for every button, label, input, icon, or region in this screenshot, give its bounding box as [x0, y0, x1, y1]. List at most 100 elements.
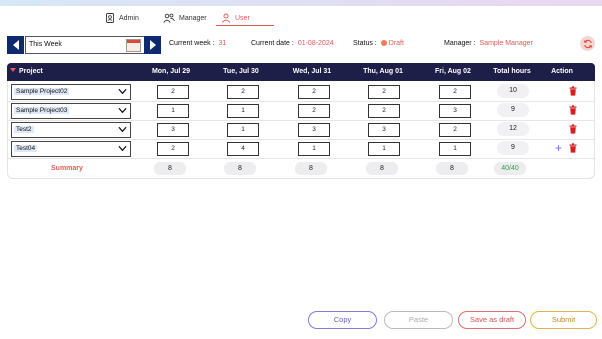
current-date-info: Current date :01-08-2024 — [251, 40, 334, 47]
active-tab-underline — [216, 25, 274, 26]
table-row: Test2 3 1 3 3 2 12 — [8, 120, 594, 139]
project-select[interactable]: Sample Project02 — [11, 84, 131, 100]
current-date-label: Current date : — [251, 40, 294, 47]
table-row: Sample Project02 2 2 2 2 2 10 — [8, 82, 594, 101]
hours-input-tue[interactable]: 2 — [227, 85, 259, 99]
row-total: 9 — [497, 141, 529, 155]
hours-input-wed[interactable]: 2 — [298, 85, 330, 99]
summary-label: Summary — [51, 165, 83, 172]
hours-input-mon[interactable]: 3 — [157, 123, 189, 137]
current-week-value: 31 — [218, 40, 227, 47]
top-gradient-bar — [0, 0, 602, 6]
nav-item-label: Admin — [119, 14, 139, 22]
user-icon — [221, 13, 231, 23]
hours-input-fri[interactable]: 1 — [439, 142, 471, 156]
hours-input-tue[interactable]: 1 — [227, 104, 259, 118]
hours-input-fri[interactable]: 3 — [439, 104, 471, 118]
hours-input-thu[interactable]: 3 — [368, 123, 400, 137]
week-value: This Week — [29, 41, 62, 48]
row-total: 10 — [497, 84, 529, 98]
project-select[interactable]: Test2 — [11, 122, 131, 138]
people-icon — [163, 13, 175, 23]
table-row: Sample Project03 1 1 2 2 3 9 — [8, 101, 594, 120]
column-header-fri: Fri, Aug 02 — [435, 68, 471, 75]
arrow-right-icon — [149, 40, 156, 50]
table-row: Test04 2 4 1 1 1 9 + — [8, 139, 594, 158]
chevron-down-icon — [118, 145, 127, 152]
trash-icon[interactable] — [569, 86, 577, 96]
copy-button[interactable]: Copy — [308, 311, 377, 329]
hours-input-thu[interactable]: 1 — [368, 142, 400, 156]
column-header-action: Action — [551, 68, 573, 75]
project-name: Test04 — [14, 145, 38, 152]
current-week-info: Current week :31 — [169, 40, 226, 47]
column-header-mon: Mon, Jul 29 — [151, 68, 191, 75]
hours-input-fri[interactable]: 2 — [439, 123, 471, 137]
id-card-icon — [106, 13, 114, 23]
paste-button[interactable]: Paste — [384, 311, 453, 329]
prev-week-button[interactable] — [7, 36, 24, 54]
project-name: Sample Project03 — [14, 107, 70, 114]
hours-input-mon[interactable]: 1 — [157, 104, 189, 118]
calendar-icon[interactable] — [126, 39, 141, 52]
submit-button[interactable]: Submit — [530, 311, 597, 329]
hours-input-wed[interactable]: 2 — [298, 104, 330, 118]
project-select[interactable]: Test04 — [11, 141, 131, 157]
hours-input-fri[interactable]: 2 — [439, 85, 471, 99]
save-draft-button[interactable]: Save as draft — [458, 311, 526, 329]
next-week-button[interactable] — [144, 36, 161, 54]
hours-input-mon[interactable]: 2 — [157, 142, 189, 156]
current-week-label: Current week : — [169, 40, 215, 47]
week-input[interactable]: This Week — [25, 36, 145, 54]
hours-input-thu[interactable]: 2 — [368, 85, 400, 99]
row-total: 9 — [497, 103, 529, 117]
trash-icon[interactable] — [569, 124, 577, 134]
header-label: Project — [19, 68, 43, 75]
status-label: Status : — [353, 40, 377, 47]
trash-icon[interactable] — [569, 143, 577, 153]
status-info: Status : Draft — [353, 40, 404, 47]
nav-item-label: Manager — [179, 14, 207, 22]
refresh-button[interactable] — [580, 36, 595, 51]
hours-input-tue[interactable]: 1 — [227, 123, 259, 137]
column-header-total: Total hours — [493, 68, 531, 75]
role-nav: Admin Manager User — [0, 10, 602, 26]
manager-info: Manager : Sample Manager — [444, 40, 533, 47]
column-header-thu: Thu, Aug 01 — [363, 68, 403, 75]
refresh-icon — [583, 39, 592, 48]
summary-total: 40/40 — [494, 162, 526, 175]
chevron-down-icon — [118, 126, 127, 133]
hours-input-tue[interactable]: 4 — [227, 142, 259, 156]
summary-value-thu: 8 — [366, 162, 398, 175]
manager-value: Sample Manager — [479, 40, 533, 47]
summary-value-tue: 8 — [224, 162, 256, 175]
nav-item-admin[interactable]: Admin — [105, 10, 139, 26]
add-row-icon[interactable]: + — [555, 141, 562, 155]
row-divider — [8, 158, 594, 159]
project-select[interactable]: Sample Project03 — [11, 103, 131, 119]
column-header-wed: Wed, Jul 31 — [292, 68, 332, 75]
hours-input-mon[interactable]: 2 — [157, 85, 189, 99]
project-name: Sample Project02 — [14, 88, 70, 95]
status-badge: Draft — [388, 40, 404, 47]
hours-input-thu[interactable]: 2 — [368, 104, 400, 118]
nav-item-manager[interactable]: Manager — [163, 10, 207, 26]
arrow-left-icon — [12, 40, 19, 50]
project-name: Test2 — [14, 126, 34, 133]
project-column-header[interactable]: Project — [10, 68, 43, 75]
column-header-tue: Tue, Jul 30 — [223, 68, 259, 75]
sort-caret-icon — [10, 68, 16, 72]
week-selector: This Week — [7, 36, 161, 54]
hours-input-wed[interactable]: 1 — [298, 142, 330, 156]
nav-item-label: User — [235, 14, 250, 22]
summary-value-fri: 8 — [436, 162, 468, 175]
status-dot-icon — [380, 40, 387, 46]
current-date-value: 01-08-2024 — [297, 40, 334, 47]
table-header: Project Mon, Jul 29 Tue, Jul 30 Wed, Jul… — [7, 63, 595, 81]
trash-icon[interactable] — [569, 105, 577, 115]
hours-input-wed[interactable]: 3 — [298, 123, 330, 137]
summary-value-mon: 8 — [154, 162, 186, 175]
nav-item-user[interactable]: User — [221, 10, 250, 26]
chevron-down-icon — [118, 88, 127, 95]
manager-label: Manager : — [444, 40, 476, 47]
